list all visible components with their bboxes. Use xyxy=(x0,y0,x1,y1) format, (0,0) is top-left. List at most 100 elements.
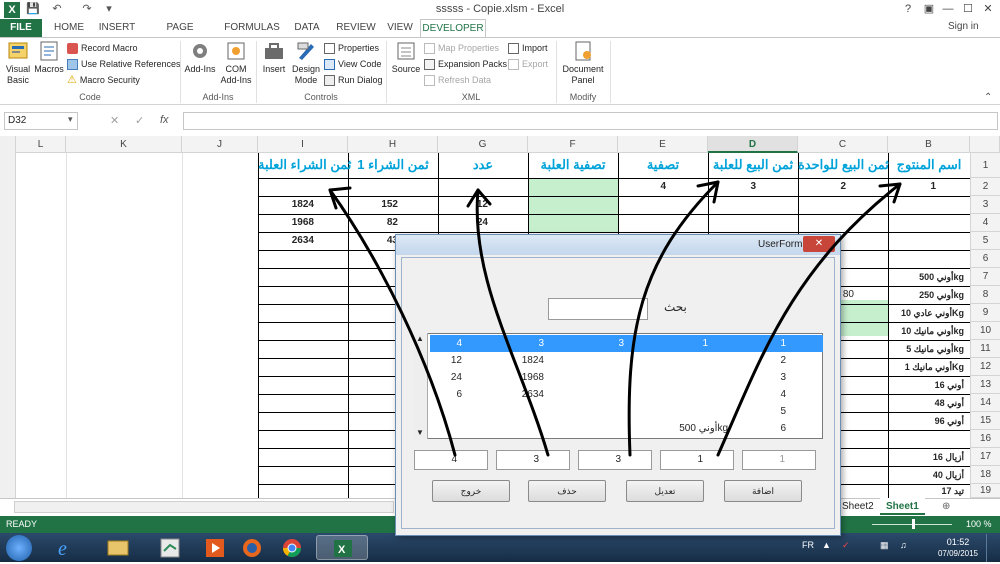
delete-button[interactable]: حذف xyxy=(528,480,606,502)
column-header-k[interactable]: K xyxy=(66,136,182,153)
list-item[interactable]: 5 xyxy=(430,403,823,420)
column-header-d[interactable]: D xyxy=(708,136,798,153)
cell-i4[interactable]: 1968 xyxy=(258,214,320,232)
list-item[interactable]: أوني 500kg 6 xyxy=(430,420,823,437)
clock-time[interactable]: 01:52 xyxy=(936,537,980,547)
visual-basic-button[interactable]: Visual Basic xyxy=(3,40,33,86)
tab-view[interactable]: VIEW xyxy=(384,19,416,37)
cell-d2[interactable]: 3 xyxy=(708,178,762,196)
row-header[interactable]: 6 xyxy=(970,250,1000,268)
cell-b15[interactable]: أوني 96 xyxy=(888,412,970,430)
row-header[interactable]: 3 xyxy=(970,196,1000,214)
list-item[interactable]: 4 3 3 1 1 xyxy=(430,335,823,352)
design-mode-button[interactable]: Design Mode xyxy=(290,40,322,86)
column-header-e[interactable]: E xyxy=(618,136,708,153)
cancel-icon[interactable]: ✕ xyxy=(110,114,119,127)
tab-data[interactable]: DATA xyxy=(288,19,326,37)
row-header[interactable]: 18 xyxy=(970,466,1000,484)
source-button[interactable]: Source xyxy=(390,40,422,75)
cell-g3[interactable]: 12 xyxy=(438,196,494,214)
sheet-tab-sheet1[interactable]: Sheet1 xyxy=(880,498,925,515)
cell-b8[interactable]: أوني 250kg xyxy=(888,286,970,304)
row-header[interactable]: 2 xyxy=(970,178,1000,196)
cell-b19[interactable]: تيد 17 xyxy=(888,484,970,498)
column-header-i[interactable]: I xyxy=(258,136,348,153)
network-icon[interactable]: ▦ xyxy=(880,540,889,551)
clock-date[interactable]: 07/09/2015 xyxy=(936,549,980,558)
tab-file[interactable]: FILE xyxy=(0,19,42,37)
exit-button[interactable]: خروج xyxy=(432,480,510,502)
cell-b16[interactable] xyxy=(888,430,970,448)
tray-app-icon[interactable]: ✓ xyxy=(842,540,850,551)
media-player-taskbar-icon[interactable] xyxy=(196,535,236,560)
cell-i5[interactable]: 2634 xyxy=(258,232,320,250)
cell-c8-partial[interactable]: 80 xyxy=(840,286,860,304)
textbox-1[interactable]: 4 xyxy=(414,450,488,470)
row-header[interactable]: 12 xyxy=(970,358,1000,376)
sheet-tab-sheet2[interactable]: Sheet2 xyxy=(836,498,880,515)
column-header-j[interactable]: J xyxy=(182,136,258,153)
maximize-button[interactable]: ☐ xyxy=(958,1,978,17)
cell-g4[interactable]: 24 xyxy=(438,214,494,232)
record-macro-button[interactable]: Record Macro xyxy=(67,41,138,55)
insert-function-icon[interactable]: fx xyxy=(160,114,169,126)
horizontal-scrollbar[interactable] xyxy=(14,501,394,513)
formula-input[interactable] xyxy=(183,112,998,130)
cell-b18[interactable]: أزيال 40 xyxy=(888,466,970,484)
vertical-scrollbar[interactable] xyxy=(0,136,16,498)
row-header[interactable]: 11 xyxy=(970,340,1000,358)
column-header-b[interactable]: B xyxy=(888,136,970,153)
row-header[interactable]: 15 xyxy=(970,412,1000,430)
zoom-slider[interactable] xyxy=(872,518,952,530)
row-header[interactable]: 17 xyxy=(970,448,1000,466)
use-relative-references-button[interactable]: Use Relative References xyxy=(67,57,181,71)
expansion-packs-button[interactable]: Expansion Packs xyxy=(424,57,507,71)
cell-b11[interactable]: أوني مانيك 5kg xyxy=(888,340,970,358)
explorer-taskbar-icon[interactable] xyxy=(92,535,144,560)
show-hidden-icons[interactable]: ▲ xyxy=(822,540,831,550)
cell-b17[interactable]: أزيال 16 xyxy=(888,448,970,466)
row-header[interactable]: 5 xyxy=(970,232,1000,250)
cell-e2[interactable]: 4 xyxy=(618,178,672,196)
run-dialog-button[interactable]: Run Dialog xyxy=(324,73,383,87)
name-box[interactable]: D32 xyxy=(4,112,78,130)
language-indicator[interactable]: FR xyxy=(802,540,814,550)
cell-b14[interactable]: أوني 48 xyxy=(888,394,970,412)
row-header[interactable]: 4 xyxy=(970,214,1000,232)
cell-b13[interactable]: أوني 16 xyxy=(888,376,970,394)
userform-close-button[interactable]: ✕ xyxy=(803,236,835,252)
show-desktop-button[interactable] xyxy=(986,534,1000,562)
export-button[interactable]: Export xyxy=(508,57,548,71)
row-header[interactable]: 19 xyxy=(970,484,1000,498)
minimize-button[interactable]: — xyxy=(938,1,958,17)
cell-b9[interactable]: أوني عادي 10Kg xyxy=(888,304,970,322)
textbox-4[interactable]: 1 xyxy=(660,450,734,470)
sign-in-link[interactable]: Sign in xyxy=(948,21,979,32)
macro-security-button[interactable]: ⚠ Macro Security xyxy=(67,73,140,87)
textbox-3[interactable]: 3 xyxy=(578,450,652,470)
add-sheet-icon[interactable]: ⊕ xyxy=(936,498,956,515)
macros-button[interactable]: Macros xyxy=(34,40,64,75)
add-ins-button[interactable]: Add-Ins xyxy=(184,40,216,75)
list-item[interactable]: 6 2634 4 xyxy=(430,386,823,403)
search-input[interactable] xyxy=(548,298,648,320)
row-header[interactable]: 10 xyxy=(970,322,1000,340)
insert-control-button[interactable]: Insert xyxy=(260,40,288,75)
row-header[interactable]: 16 xyxy=(970,430,1000,448)
row-header[interactable]: 13 xyxy=(970,376,1000,394)
cell-b10[interactable]: أوني مانيك 10kg xyxy=(888,322,970,340)
help-button[interactable]: ? xyxy=(898,1,918,17)
ribbon-display-button[interactable]: ▣ xyxy=(919,1,939,17)
view-code-button[interactable]: View Code xyxy=(324,57,381,71)
map-properties-button[interactable]: Map Properties xyxy=(424,41,499,55)
start-button[interactable] xyxy=(6,535,32,561)
list-item[interactable]: 12 1824 2 xyxy=(430,352,823,369)
row-header[interactable]: 1 xyxy=(970,153,1000,178)
textbox-5[interactable]: 1 xyxy=(742,450,816,470)
collapse-ribbon-icon[interactable]: ⌃ xyxy=(984,92,992,103)
document-panel-button[interactable]: Document Panel xyxy=(560,40,606,86)
tab-insert[interactable]: INSERT xyxy=(96,19,138,37)
close-button[interactable]: ✕ xyxy=(978,1,998,17)
scroll-down-icon[interactable]: ▼ xyxy=(416,428,424,437)
listbox-scrollbar[interactable] xyxy=(414,333,428,439)
